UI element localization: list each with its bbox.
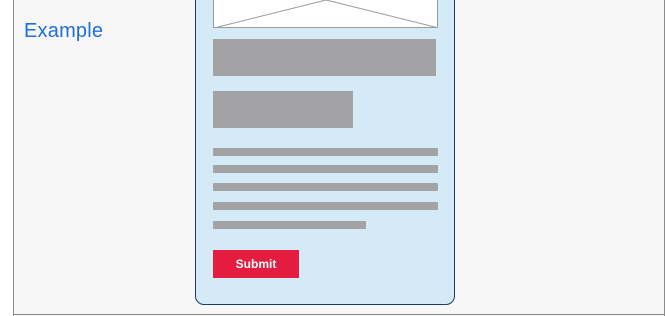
example-label: Example [24,20,104,42]
frame-bottom-border [13,314,665,315]
text-line-placeholder [213,183,438,191]
image-placeholder [213,0,438,28]
text-line-placeholder [213,202,438,210]
submit-button[interactable]: Submit [213,250,299,278]
image-placeholder-icon [215,0,437,27]
headline-placeholder [213,39,436,76]
text-line-placeholder [213,148,438,156]
subheading-placeholder [213,91,353,128]
text-line-placeholder [213,221,366,229]
text-line-placeholder [213,165,438,173]
